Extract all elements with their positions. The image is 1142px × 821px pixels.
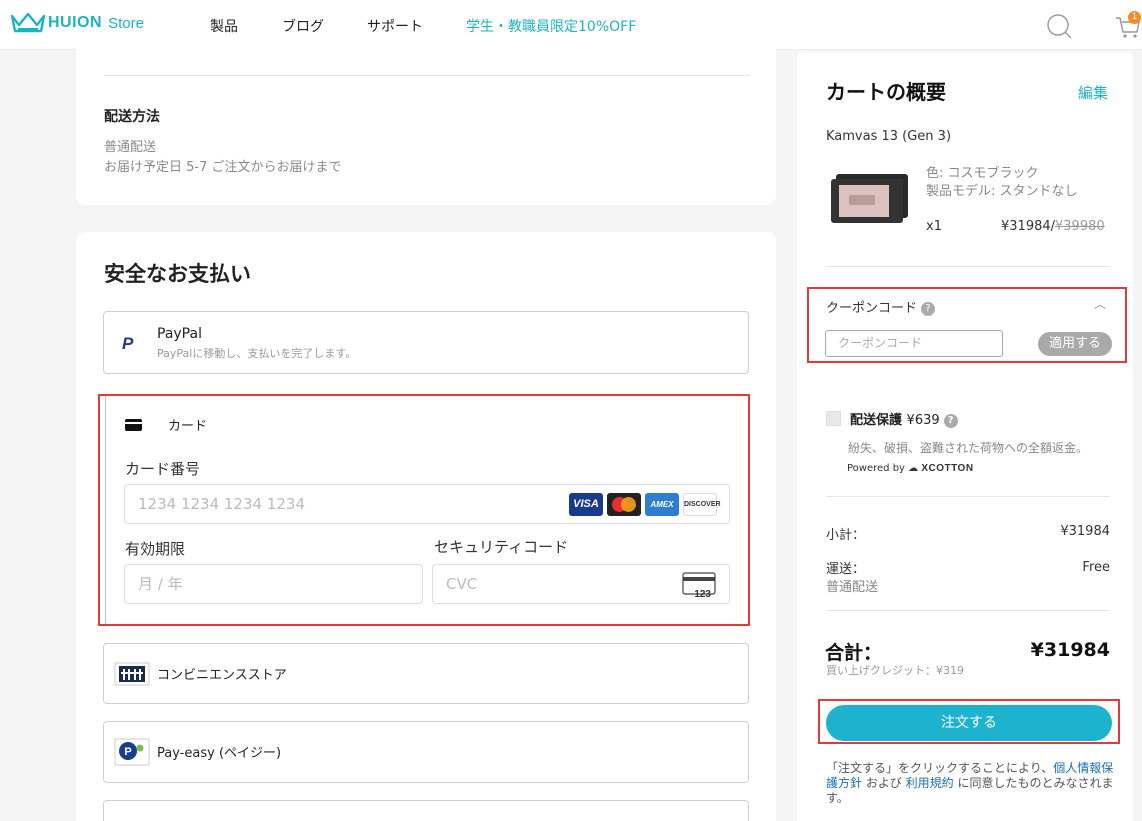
- shipping-title: 配送方法: [104, 109, 160, 125]
- coupon-label: クーポンコード?: [826, 297, 936, 316]
- mastercard-icon: [607, 493, 641, 516]
- shipping-protection-title: 配送保護 ¥639?: [850, 409, 958, 428]
- cvc-input[interactable]: CVC 123: [432, 564, 730, 604]
- xcotton-brand: XCOTTON: [921, 463, 974, 474]
- payment-option-paypal[interactable]: P PayPal PayPalに移動し、支払いを完了します。: [103, 311, 749, 374]
- convenience-store-icon: [114, 662, 150, 686]
- shipping-protection-checkbox[interactable]: [826, 411, 841, 426]
- terms-mid: および: [862, 776, 906, 790]
- nav-blog[interactable]: ブログ: [282, 16, 324, 36]
- divider: [104, 75, 750, 76]
- powered-by-text: Powered by: [847, 463, 905, 474]
- coupon-input[interactable]: クーポンコード: [825, 330, 1003, 357]
- svg-text:P: P: [124, 746, 131, 758]
- nav-support[interactable]: サポート: [367, 16, 423, 36]
- divider: [826, 610, 1110, 611]
- product-color: 色: コスモブラック: [926, 166, 1039, 181]
- visa-icon: VISA: [569, 493, 603, 516]
- amex-icon: AMEX: [645, 493, 679, 516]
- product-image: [831, 174, 908, 223]
- payment-option-convenience-store[interactable]: コンビニエンスストア: [103, 643, 749, 704]
- edit-cart-link[interactable]: 編集: [1078, 82, 1108, 103]
- divider: [826, 266, 1110, 267]
- nav-products[interactable]: 製品: [210, 16, 238, 36]
- shipping-protection-price: ¥639: [906, 413, 940, 428]
- payment-option-more[interactable]: [103, 800, 749, 821]
- payment-option-card[interactable]: カード カード番号 1234 1234 1234 1234 VISA AMEX …: [98, 394, 750, 626]
- product-price: ¥31984/¥39980: [1001, 219, 1105, 234]
- huion-logo[interactable]: HUION Store: [10, 12, 144, 34]
- card-form: カード カード番号 1234 1234 1234 1234 VISA AMEX …: [105, 396, 745, 624]
- payeasy-icon: P: [114, 738, 150, 766]
- shipping-method-summary: 普通配送: [826, 580, 879, 595]
- help-icon[interactable]: ?: [943, 413, 958, 428]
- total-value: ¥31984: [1030, 639, 1110, 661]
- logo-store-text: Store: [108, 14, 144, 32]
- order-button-highlight: 注文する: [818, 699, 1120, 744]
- cvc-icon-text: 123: [694, 589, 711, 598]
- xcotton-logo-icon: ☁: [908, 463, 919, 474]
- logo-text: HUION: [48, 14, 103, 31]
- terms-of-use-link[interactable]: 利用規約: [906, 776, 954, 790]
- product-model: 製品モデル: スタンドなし: [926, 184, 1078, 199]
- powered-by-xcotton: Powered by ☁ XCOTTON: [847, 463, 974, 474]
- subtotal-value: ¥31984: [1060, 524, 1110, 539]
- payment-option-payeasy[interactable]: P Pay-easy (ペイジー): [103, 721, 749, 783]
- nav-student-promo[interactable]: 学生・教職員限定10%OFF: [466, 16, 636, 36]
- product-sale-price: ¥31984/: [1001, 219, 1056, 234]
- total-label: 合計：: [825, 642, 883, 664]
- subtotal-label: 小計：: [826, 528, 866, 543]
- card-number-placeholder: 1234 1234 1234 1234: [138, 495, 305, 513]
- shipping-value: Free: [1082, 560, 1110, 575]
- cvc-placeholder: CVC: [446, 575, 478, 593]
- card-option-label: カード: [168, 419, 208, 434]
- terms-pre: 「注文する」をクリックすることにより、: [826, 761, 1054, 775]
- payment-title: 安全なお支払い: [104, 262, 251, 286]
- divider: [826, 496, 1110, 497]
- paypal-icon: P: [122, 334, 134, 353]
- expiry-label: 有効期限: [125, 540, 186, 558]
- place-order-button[interactable]: 注文する: [826, 705, 1112, 741]
- apply-coupon-button[interactable]: 適用する: [1038, 332, 1112, 356]
- chevron-up-icon[interactable]: ︿: [1094, 295, 1106, 312]
- card-brands: VISA AMEX DISCOVER: [569, 493, 721, 516]
- search-icon[interactable]: [1046, 13, 1072, 39]
- cart-count-badge: 1: [1128, 11, 1141, 24]
- purchase-credit: 買い上げクレジット：¥319: [826, 664, 964, 677]
- convenience-store-label: コンビニエンスストア: [157, 668, 287, 683]
- credit-card-icon: [125, 419, 142, 431]
- shipping-protection-description: 紛失、破損、盗難された荷物への全額返金。: [848, 441, 1089, 455]
- card-number-label: カード番号: [125, 460, 201, 478]
- coupon-section: クーポンコード? ︿ クーポンコード 適用する: [807, 287, 1127, 363]
- product-original-price: ¥39980: [1055, 219, 1105, 234]
- cvc-card-icon: 123: [682, 572, 716, 598]
- expiry-placeholder: 月 / 年: [138, 575, 183, 593]
- discover-icon: DISCOVER: [683, 493, 721, 516]
- shipping-estimate: お届け予定日 5-7 ご注文からお届けまで: [104, 160, 342, 175]
- cart-summary-panel: カートの概要 編集 Kamvas 13 (Gen 3) 色: コスモブラック 製…: [797, 52, 1133, 821]
- coupon-label-text: クーポンコード: [826, 301, 918, 316]
- paypal-description: PayPalに移動し、支払いを完了します。: [157, 347, 357, 360]
- shipping-method: 普通配送: [104, 140, 157, 155]
- cart-summary-title: カートの概要: [826, 80, 946, 104]
- shipping-protection-label: 配送保護: [850, 413, 903, 428]
- shipping-label: 運送：: [826, 562, 866, 577]
- product-quantity: x1: [926, 219, 942, 234]
- payeasy-label: Pay-easy (ペイジー): [157, 746, 282, 761]
- help-icon[interactable]: ?: [921, 301, 936, 316]
- expiry-input[interactable]: 月 / 年: [124, 564, 423, 604]
- shipping-method-panel: 配送方法 普通配送 お届け予定日 5-7 ご注文からお届けまで: [76, 40, 776, 205]
- crown-logo-icon: [10, 12, 46, 33]
- card-number-input[interactable]: 1234 1234 1234 1234 VISA AMEX DISCOVER: [124, 484, 730, 524]
- product-name: Kamvas 13 (Gen 3): [826, 129, 952, 144]
- secure-payment-panel: 安全なお支払い P PayPal PayPalに移動し、支払いを完了します。 カ…: [76, 232, 776, 821]
- paypal-name: PayPal: [157, 326, 202, 342]
- terms-notice: 「注文する」をクリックすることにより、個人情報保護方針 および 利用規約 に同意…: [826, 761, 1116, 806]
- cvc-label: セキュリティコード: [434, 538, 569, 556]
